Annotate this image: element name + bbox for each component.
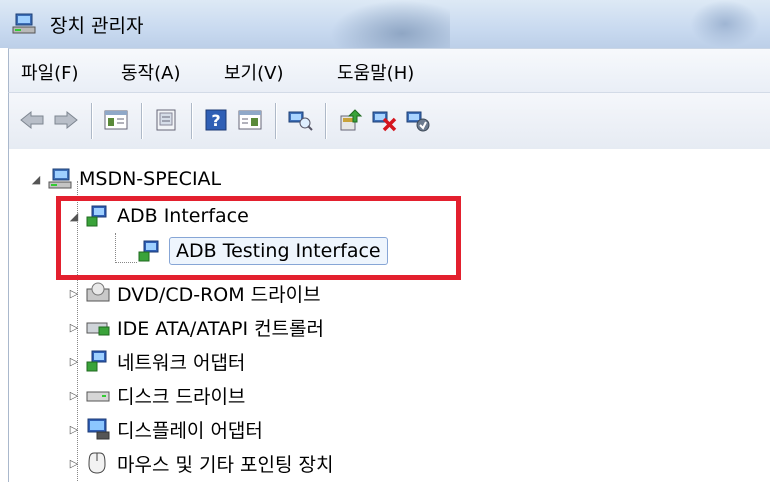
display-adapter-icon <box>87 418 110 440</box>
toolbar-separator <box>191 103 192 139</box>
dvd-drive-icon <box>86 282 110 302</box>
tree-node-root[interactable]: ◢ MSDN-SPECIAL <box>29 163 221 195</box>
tree-node-disk[interactable]: ▷ 디스크 드라이브 <box>67 379 246 411</box>
tree-node-label: IDE ATA/ATAPI 컨트롤러 <box>117 317 325 340</box>
background-blur <box>330 0 450 48</box>
computer-icon <box>48 168 72 189</box>
toolbar: ? <box>8 92 770 150</box>
toolbar-separator <box>325 103 326 139</box>
forward-arrow-icon <box>54 110 78 130</box>
red-highlight-box <box>56 196 461 280</box>
tree-node-display[interactable]: ▷ 디스플레이 어댑터 <box>67 413 263 445</box>
toolbar-separator <box>91 103 92 139</box>
disable-device-button[interactable] <box>403 105 433 135</box>
tree-node-label: MSDN-SPECIAL <box>79 168 222 190</box>
expand-arrow-icon[interactable]: ◢ <box>29 173 43 186</box>
update-driver-icon <box>340 109 363 131</box>
collapse-arrow-icon[interactable]: ▷ <box>67 355 81 368</box>
tree-node-label: DVD/CD-ROM 드라이브 <box>117 283 321 306</box>
properties-view-icon <box>104 110 128 130</box>
tree-node-dvd[interactable]: ▷ DVD/CD-ROM 드라이브 <box>67 277 321 309</box>
uninstall-button[interactable] <box>369 105 399 135</box>
disable-device-icon <box>406 111 430 132</box>
toolbar-separator <box>141 103 142 139</box>
menu-file[interactable]: 파일(F) <box>19 59 81 85</box>
collapse-arrow-icon[interactable]: ▷ <box>67 457 81 470</box>
menu-view[interactable]: 보기(V) <box>222 59 285 85</box>
show-hide-console-tree-icon <box>156 109 176 131</box>
toolbar-separator <box>275 103 276 139</box>
window-title: 장치 관리자 <box>50 15 144 37</box>
ide-controller-icon <box>86 322 110 336</box>
forward-button[interactable] <box>51 105 81 135</box>
collapse-arrow-icon[interactable]: ▷ <box>67 287 81 300</box>
console-tree-button[interactable] <box>151 105 181 135</box>
collapse-arrow-icon[interactable]: ▷ <box>67 423 81 436</box>
menu-bar: 파일(F) 동작(A) 보기(V) 도움말(H) <box>8 48 770 93</box>
tree-node-mouse[interactable]: ▷ 마우스 및 기타 포인팅 장치 <box>67 447 333 479</box>
mouse-icon <box>88 452 106 474</box>
menu-help[interactable]: 도움말(H) <box>335 59 416 85</box>
tree-node-network[interactable]: ▷ 네트워크 어댑터 <box>67 345 245 377</box>
scan-hardware-button[interactable] <box>285 105 315 135</box>
uninstall-icon <box>372 111 397 132</box>
help-button[interactable]: ? <box>201 105 231 135</box>
svg-text:?: ? <box>211 111 220 130</box>
background-blur <box>690 0 760 48</box>
view-pane-icon <box>238 110 262 130</box>
view-pane-button[interactable] <box>235 105 265 135</box>
disk-drive-icon <box>86 391 110 402</box>
network-adapter-icon <box>86 350 107 372</box>
tree-node-ide[interactable]: ▷ IDE ATA/ATAPI 컨트롤러 <box>67 311 324 343</box>
tree-node-label: 마우스 및 기타 포인팅 장치 <box>117 453 334 476</box>
title-bar: 장치 관리자 <box>0 0 770 48</box>
tree-node-label: 네트워크 어댑터 <box>117 351 246 374</box>
collapse-arrow-icon[interactable]: ▷ <box>67 389 81 402</box>
device-manager-icon <box>12 13 36 34</box>
menu-action[interactable]: 동작(A) <box>119 59 182 85</box>
tree-node-label: 디스크 드라이브 <box>117 385 246 408</box>
scan-hardware-icon <box>288 111 313 131</box>
tree-node-label: 디스플레이 어댑터 <box>117 419 263 442</box>
collapse-arrow-icon[interactable]: ▷ <box>67 321 81 334</box>
back-button[interactable] <box>17 105 47 135</box>
help-icon: ? <box>205 109 227 131</box>
update-driver-button[interactable] <box>335 105 365 135</box>
back-arrow-icon <box>20 110 44 130</box>
properties-view-button[interactable] <box>101 105 131 135</box>
